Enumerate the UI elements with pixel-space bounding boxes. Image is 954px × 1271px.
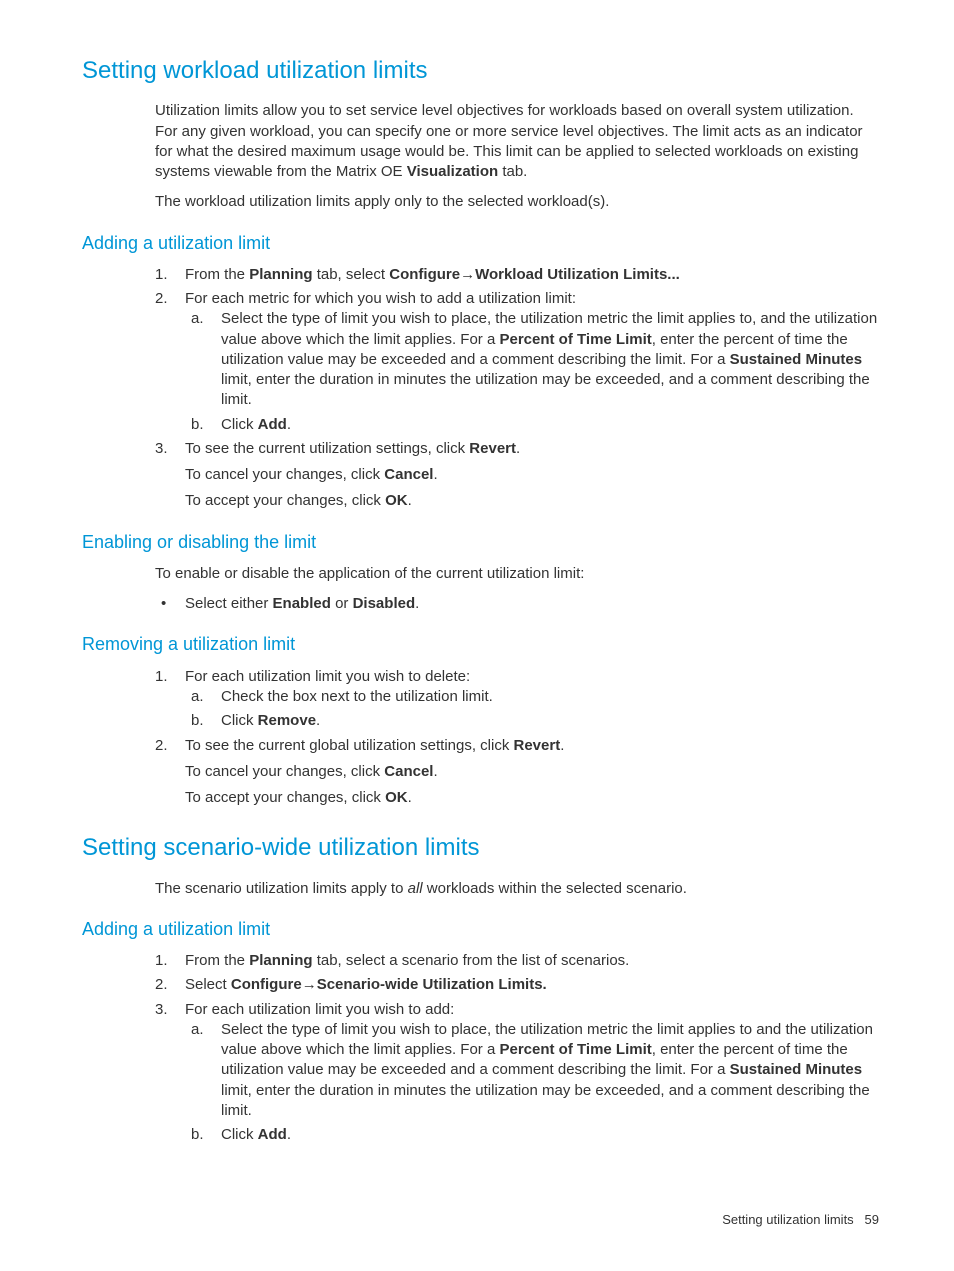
heading-setting-scenario-wide-limits: Setting scenario-wide utilization limits xyxy=(82,832,879,864)
intro-paragraph-2: The workload utilization limits apply on… xyxy=(155,192,879,212)
continuation-text: To cancel your changes, click Cancel. xyxy=(185,465,879,485)
list-item: 1.From the Planning tab, select Configur… xyxy=(155,265,879,285)
heading-removing-utilization-limit: Removing a utilization limit xyxy=(82,632,879,656)
list-item: Select either Enabled or Disabled. xyxy=(155,594,879,614)
list-item: b.Click Add. xyxy=(191,415,879,435)
list-item: 1.From the Planning tab, select a scenar… xyxy=(155,951,879,971)
list-item: b.Click Add. xyxy=(191,1125,879,1145)
heading-adding-utilization-limit-2: Adding a utilization limit xyxy=(82,917,879,941)
intro-paragraph-1: Utilization limits allow you to set serv… xyxy=(155,101,879,182)
paragraph: To enable or disable the application of … xyxy=(155,564,879,584)
list-item: 2.Select Configure→Scenario-wide Utiliza… xyxy=(155,975,879,995)
footer-title: Setting utilization limits xyxy=(722,1212,854,1227)
page-number: 59 xyxy=(865,1212,879,1227)
list-item: a.Select the type of limit you wish to p… xyxy=(191,309,879,410)
continuation-text: To cancel your changes, click Cancel. xyxy=(185,762,879,782)
heading-setting-workload-utilization-limits: Setting workload utilization limits xyxy=(82,55,879,87)
list-item: 1.For each utilization limit you wish to… xyxy=(155,667,879,732)
list-item: 3.To see the current utilization setting… xyxy=(155,439,879,459)
list-item: a.Select the type of limit you wish to p… xyxy=(191,1020,879,1121)
list-item: b.Click Remove. xyxy=(191,711,879,731)
heading-enabling-disabling-limit: Enabling or disabling the limit xyxy=(82,530,879,554)
page-footer: Setting utilization limits 59 xyxy=(722,1211,879,1229)
heading-adding-utilization-limit: Adding a utilization limit xyxy=(82,231,879,255)
list-item: 3.For each utilization limit you wish to… xyxy=(155,1000,879,1146)
list-item: 2.For each metric for which you wish to … xyxy=(155,289,879,435)
list-item: 2.To see the current global utilization … xyxy=(155,736,879,756)
paragraph: The scenario utilization limits apply to… xyxy=(155,879,879,899)
list-item: a.Check the box next to the utilization … xyxy=(191,687,879,707)
continuation-text: To accept your changes, click OK. xyxy=(185,491,879,511)
continuation-text: To accept your changes, click OK. xyxy=(185,788,879,808)
